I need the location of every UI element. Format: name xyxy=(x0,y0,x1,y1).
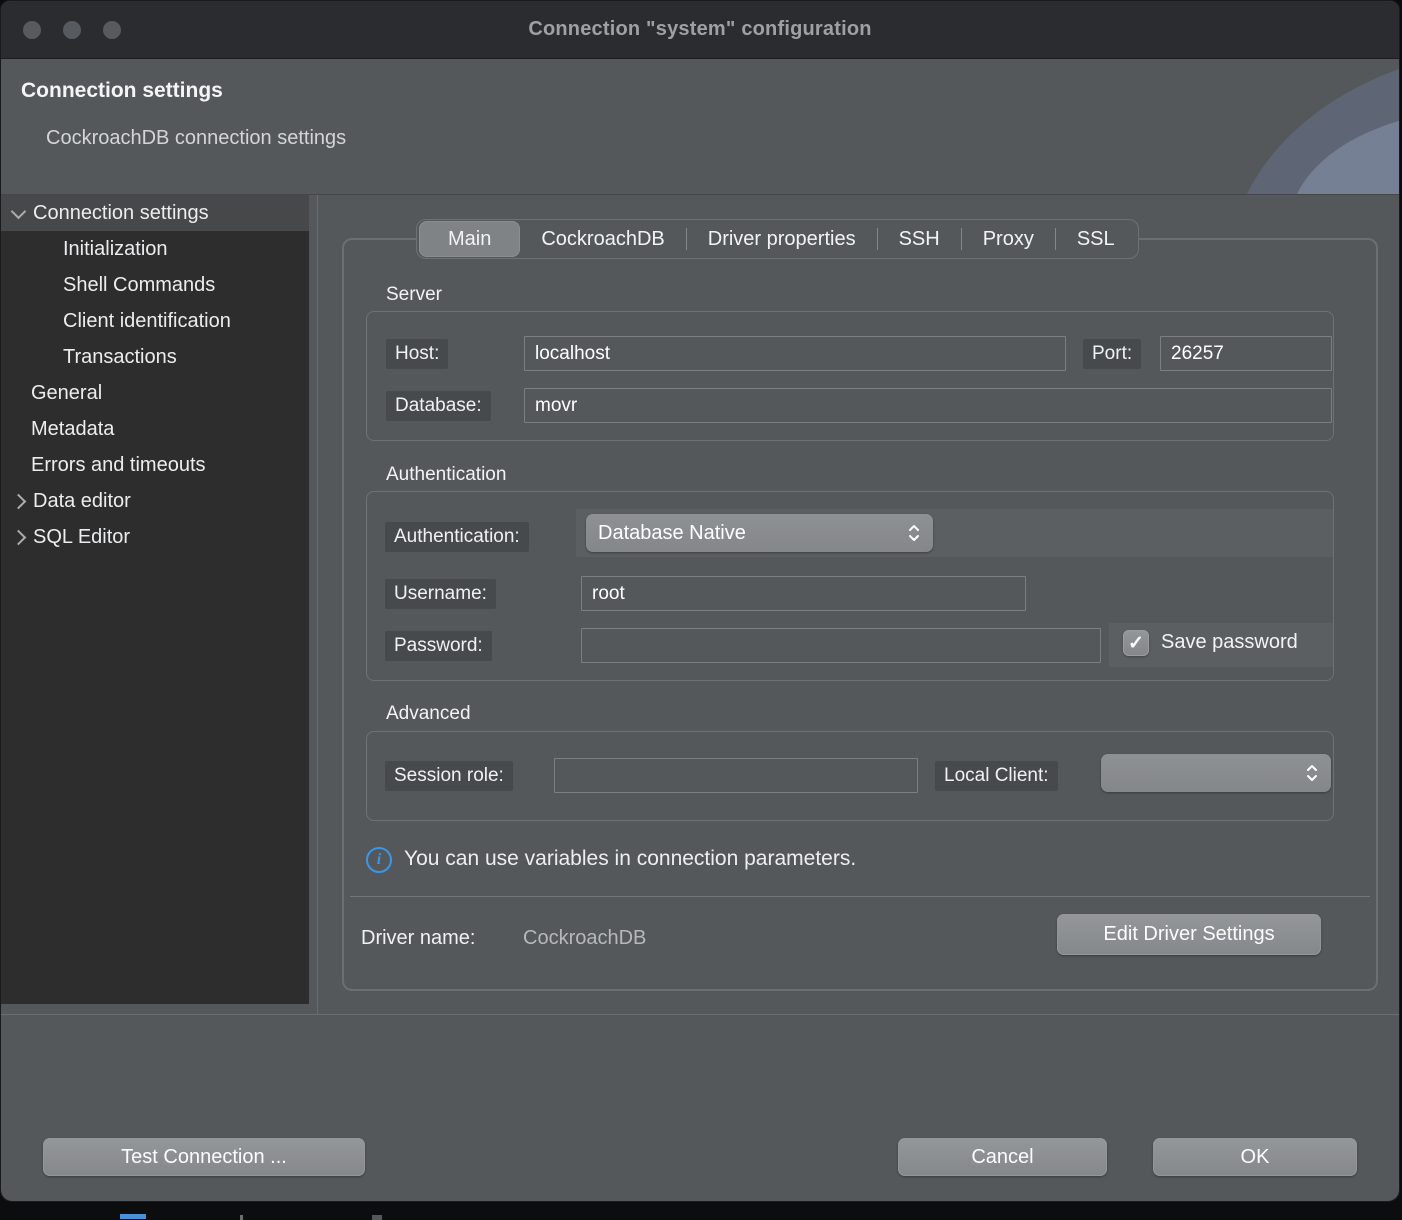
titlebar: Connection "system" configuration xyxy=(1,1,1399,59)
window-controls xyxy=(23,21,121,39)
tree-item-label: General xyxy=(31,382,102,405)
tree-item-label: Connection settings xyxy=(33,202,209,225)
tab-bar: Main CockroachDB Driver properties SSH P… xyxy=(416,219,1139,259)
tab-ssl[interactable]: SSL xyxy=(1056,221,1136,257)
decorative-swoosh xyxy=(1179,59,1399,194)
tree-item-shell-commands[interactable]: Shell Commands xyxy=(1,267,309,303)
wizard-header: Connection settings CockroachDB connecti… xyxy=(1,59,1399,194)
tree-item-metadata[interactable]: Metadata xyxy=(1,411,309,447)
test-connection-button[interactable]: Test Connection ... xyxy=(43,1138,365,1176)
header-subtitle: CockroachDB connection settings xyxy=(46,127,346,150)
connection-configuration-dialog: Connection "system" configuration Connec… xyxy=(0,0,1400,1202)
chevron-down-icon xyxy=(11,203,27,219)
tab-proxy[interactable]: Proxy xyxy=(962,221,1055,257)
tab-main[interactable]: Main xyxy=(419,221,520,257)
tree-item-initialization[interactable]: Initialization xyxy=(1,231,309,267)
tree-item-label: SQL Editor xyxy=(33,526,130,549)
maximize-window-button[interactable] xyxy=(103,21,121,39)
background-fragment xyxy=(372,1215,382,1220)
cancel-button[interactable]: Cancel xyxy=(898,1138,1107,1176)
sidebar-sash[interactable] xyxy=(317,195,318,1014)
background-fragment xyxy=(120,1214,146,1219)
tree-item-general[interactable]: General xyxy=(1,375,309,411)
tree-item-label: Data editor xyxy=(33,490,131,513)
tree-item-label: Errors and timeouts xyxy=(31,454,206,477)
tree-item-transactions[interactable]: Transactions xyxy=(1,339,309,375)
tree-item-label: Client identification xyxy=(63,310,231,333)
background-fragment xyxy=(240,1215,243,1220)
close-window-button[interactable] xyxy=(23,21,41,39)
window-title: Connection "system" configuration xyxy=(528,18,871,41)
footer-divider xyxy=(1,1014,1399,1015)
tree-item-label: Transactions xyxy=(63,346,177,369)
tab-ssh[interactable]: SSH xyxy=(878,221,961,257)
tree-item-data-editor[interactable]: Data editor xyxy=(1,483,309,519)
tree-item-errors-and-timeouts[interactable]: Errors and timeouts xyxy=(1,447,309,483)
tree-item-label: Metadata xyxy=(31,418,114,441)
minimize-window-button[interactable] xyxy=(63,21,81,39)
tree-item-sql-editor[interactable]: SQL Editor xyxy=(1,519,309,555)
tab-driver-properties[interactable]: Driver properties xyxy=(687,221,877,257)
chevron-right-icon xyxy=(11,529,27,545)
main-tab-panel xyxy=(342,238,1378,991)
chevron-right-icon xyxy=(11,493,27,509)
tab-cockroachdb[interactable]: CockroachDB xyxy=(520,221,685,257)
header-title: Connection settings xyxy=(21,79,223,103)
tree-item-label: Shell Commands xyxy=(63,274,215,297)
ok-button[interactable]: OK xyxy=(1153,1138,1357,1176)
tree-item-label: Initialization xyxy=(63,238,168,261)
tree-item-connection-settings[interactable]: Connection settings xyxy=(1,195,309,231)
tree-item-client-identification[interactable]: Client identification xyxy=(1,303,309,339)
settings-tree: Connection settings Initialization Shell… xyxy=(1,195,309,1004)
